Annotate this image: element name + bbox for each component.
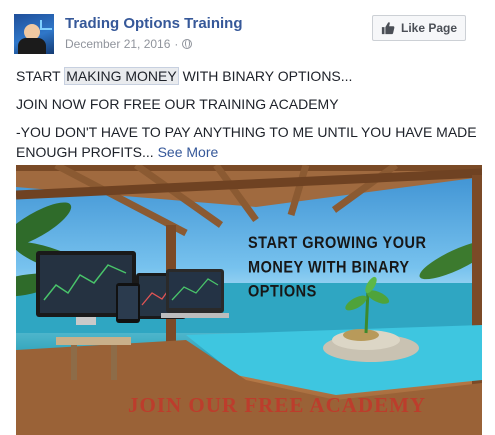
post-date[interactable]: December 21, 2016 [65, 37, 170, 51]
image-cta-text: JOIN OUR FREE ACADEMY [128, 393, 427, 417]
post-text: START MAKING MONEY WITH BINARY OPTIONS..… [16, 66, 486, 170]
post-text-line-2: JOIN NOW FOR FREE OUR TRAINING ACADEMY [16, 96, 339, 112]
text-segment: START [16, 68, 65, 84]
avatar-chart-graphic [40, 20, 52, 30]
text-segment: WITH BINARY OPTIONS... [178, 68, 353, 84]
post-meta: December 21, 2016 · [65, 37, 193, 51]
image-headline: START GROWING YOUR MONEY WITH BINARY OPT… [248, 232, 427, 304]
post-text-line-3: -YOU DON'T HAVE TO PAY ANYTHING TO ME UN… [16, 122, 486, 162]
meta-separator: · [174, 37, 179, 51]
avatar-body-graphic [18, 38, 46, 54]
like-page-label: Like Page [400, 21, 458, 35]
headline-line-1: START GROWING YOUR [248, 234, 427, 253]
trading-monitors-graphic [36, 251, 229, 325]
thumbs-up-icon [381, 22, 395, 35]
globe-icon[interactable] [182, 39, 193, 49]
page-name-link[interactable]: Trading Options Training [65, 15, 243, 32]
headline-line-2: MONEY WITH BINARY [248, 258, 410, 277]
post-text-line-1: START MAKING MONEY WITH BINARY OPTIONS..… [16, 66, 486, 86]
like-page-button[interactable]: Like Page [372, 15, 466, 41]
page-avatar[interactable] [14, 14, 54, 54]
facebook-post: Trading Options Training December 21, 20… [0, 0, 495, 435]
highlighted-phrase[interactable]: MAKING MONEY [64, 67, 179, 85]
table-graphic [56, 337, 131, 345]
headline-line-3: OPTIONS [248, 282, 317, 301]
text-segment: -YOU DON'T HAVE TO PAY ANYTHING TO ME UN… [16, 124, 477, 160]
see-more-link[interactable]: See More [158, 144, 219, 160]
